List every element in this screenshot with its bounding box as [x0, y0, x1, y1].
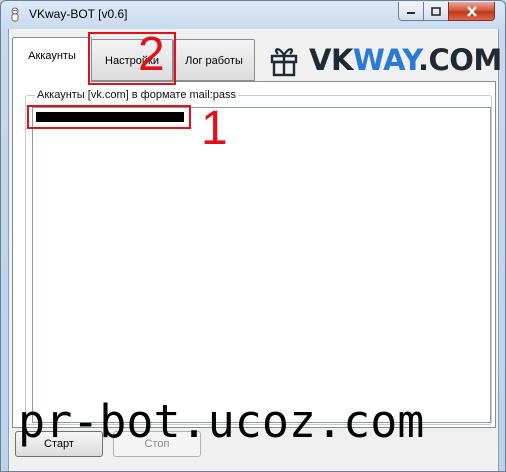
close-icon	[466, 5, 477, 17]
close-button[interactable]	[448, 2, 495, 21]
annotation-number-2: 2	[138, 28, 165, 81]
tab-accounts-label: Аккаунты	[28, 50, 76, 62]
logo-way: WAY	[352, 43, 419, 77]
logo-vk: VK	[309, 43, 353, 77]
watermark-text: pr-bot.ucoz.com	[18, 395, 425, 448]
app-window: VKway-BOT [v0.6] Аккаунты Настройки Лог …	[0, 0, 506, 472]
title-bar[interactable]: VKway-BOT [v0.6]	[1, 1, 505, 29]
maximize-button[interactable]	[423, 2, 449, 21]
tab-log[interactable]: Лог работы	[173, 39, 255, 81]
tab-accounts[interactable]: Аккаунты	[12, 37, 92, 82]
maximize-icon	[431, 6, 441, 16]
accounts-textarea[interactable]	[32, 107, 491, 423]
annotation-number-1: 1	[201, 102, 228, 155]
gift-icon	[270, 48, 298, 77]
app-icon	[11, 7, 19, 22]
minimize-button[interactable]	[398, 2, 424, 21]
logo-text: VKWAY.COM	[309, 43, 502, 77]
vkway-logo: VKWAY.COM	[269, 41, 502, 79]
minimize-icon	[407, 12, 415, 14]
window-title: VKway-BOT [v0.6]	[29, 7, 128, 21]
annotation-box-1	[27, 105, 191, 129]
tab-log-label: Лог работы	[185, 55, 243, 67]
accounts-group-label: Аккаунты [vk.com] в формате mail:pass	[35, 89, 238, 101]
logo-com: .COM	[417, 43, 502, 77]
